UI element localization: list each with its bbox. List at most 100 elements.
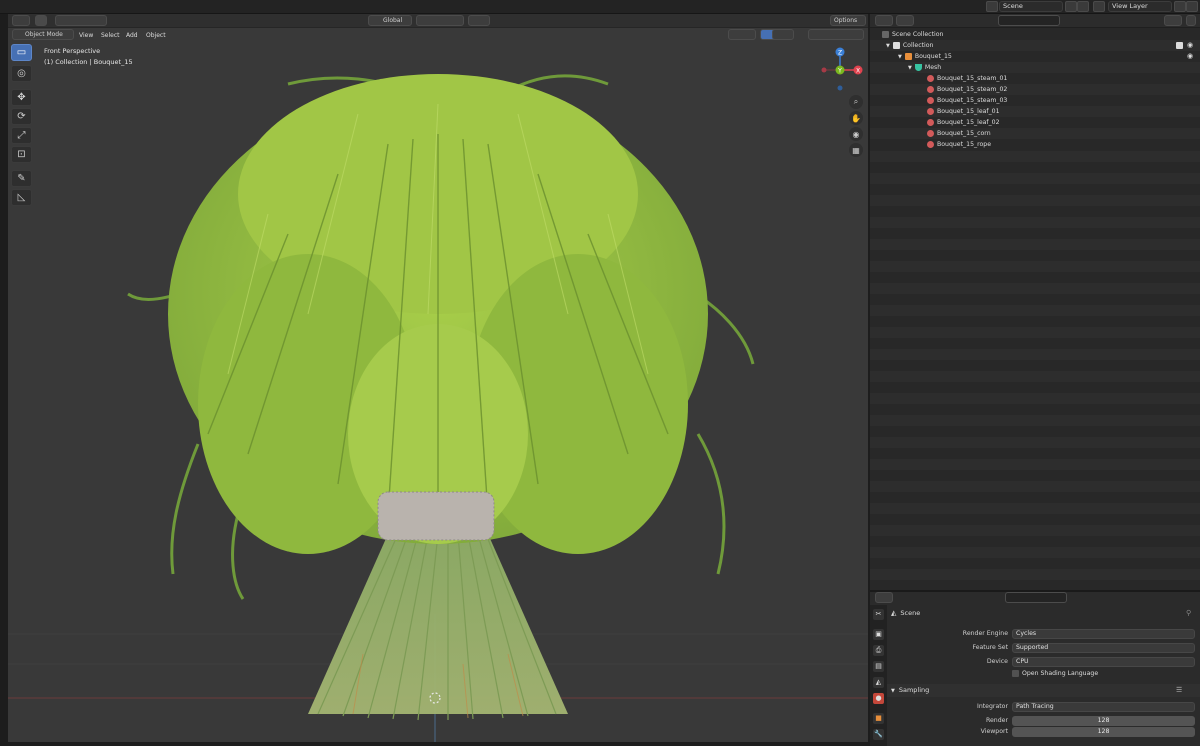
expand-arrow-icon: ▼: [886, 43, 890, 49]
scale-icon[interactable]: ⤢: [11, 127, 32, 144]
view-layer-new-icon[interactable]: [1174, 1, 1186, 12]
material-label: Bouquet_15_leaf_02: [937, 119, 1000, 126]
scene-selector[interactable]: Scene: [999, 1, 1063, 12]
outliner-mesh-data[interactable]: ▼ Mesh: [870, 62, 1200, 73]
material-icon: [927, 107, 934, 115]
material-row[interactable]: Bouquet_15_rope: [870, 139, 1200, 150]
zoom-icon[interactable]: ⌕: [849, 95, 863, 109]
menu-view[interactable]: View: [79, 31, 93, 40]
mesh-label: Mesh: [924, 64, 942, 71]
material-row[interactable]: Bouquet_15_corn: [870, 128, 1200, 139]
view-layer-delete-icon[interactable]: [1186, 1, 1198, 12]
measure-icon[interactable]: ◺: [11, 189, 32, 206]
navigation-gizmo[interactable]: Z X Y: [818, 44, 868, 94]
material-icon: [927, 140, 934, 148]
gizmo-neg-x[interactable]: [821, 67, 827, 73]
mode-selector[interactable]: Object Mode: [12, 29, 74, 40]
checkbox-icon[interactable]: [1012, 669, 1019, 677]
select-mode-icon[interactable]: [35, 15, 47, 26]
properties-tabs: [870, 605, 887, 746]
move-icon[interactable]: ✥: [11, 89, 32, 106]
panel-menu-icon[interactable]: ☰: [1176, 686, 1182, 694]
material-row[interactable]: Bouquet_15_leaf_02: [870, 117, 1200, 128]
3d-viewport[interactable]: [8, 14, 868, 742]
editor-type-icon[interactable]: [12, 15, 30, 26]
render-samples-field[interactable]: 128: [1012, 716, 1195, 726]
pivot-snap-icon[interactable]: [416, 15, 464, 26]
transform-orientation[interactable]: Global: [368, 15, 412, 26]
render-tab-icon[interactable]: ▣: [873, 629, 884, 640]
proportional-edit-icon[interactable]: [468, 15, 490, 26]
scene-collection-icon: [882, 30, 889, 38]
gizmo-neg-z[interactable]: [837, 85, 843, 91]
annotate-icon[interactable]: ✎: [11, 170, 32, 187]
cursor-icon[interactable]: ◎: [11, 65, 32, 82]
menu-object[interactable]: Object: [146, 31, 166, 40]
outliner-search-input[interactable]: [998, 15, 1060, 26]
feature-set-dropdown[interactable]: Supported: [1012, 643, 1195, 653]
tool-shelf: ▭ ◎ ✥ ⟳ ⤢ ⊡ ✎ ◺: [11, 44, 33, 210]
select-box-icon[interactable]: ▭: [11, 44, 32, 61]
mesh-data-icon: [914, 63, 922, 71]
material-row[interactable]: Bouquet_15_steam_02: [870, 84, 1200, 95]
render-samples-label: Render: [985, 717, 1008, 724]
material-row[interactable]: Bouquet_15_leaf_01: [870, 106, 1200, 117]
ortho-grid-icon[interactable]: ▦: [849, 143, 863, 157]
material-icon: [927, 129, 934, 137]
scene-browse-icon[interactable]: [986, 1, 998, 12]
render-engine-dropdown[interactable]: Cycles: [1012, 629, 1195, 639]
visibility-icon[interactable]: [728, 29, 756, 40]
properties-search-input[interactable]: [1005, 592, 1067, 603]
outliner-object[interactable]: ▼ Bouquet_15: [870, 51, 1200, 62]
overlay-icon[interactable]: [772, 29, 794, 40]
rotate-icon[interactable]: ⟳: [11, 108, 32, 125]
filter-icon[interactable]: [1164, 15, 1182, 26]
eye-visibility-icon[interactable]: ◉: [1187, 42, 1193, 49]
panel-expand-icon: ▼: [891, 688, 895, 694]
tool-tab-icon[interactable]: ✂: [873, 609, 884, 620]
scene-delete-icon[interactable]: [1077, 1, 1089, 12]
output-tab-icon[interactable]: ⎙: [873, 645, 884, 656]
new-collection-icon[interactable]: [1186, 15, 1196, 26]
modifier-tab-icon[interactable]: 🔧: [873, 729, 884, 740]
viewport-info: Front Perspective (1) Collection | Bouqu…: [44, 46, 133, 68]
collection-label: Collection: [902, 42, 934, 49]
gizmo-z-label: Z: [838, 50, 842, 57]
gizmo-y-label: Y: [837, 68, 842, 75]
outliner-collection[interactable]: ▼ Collection: [870, 40, 1200, 51]
eye-visibility-icon[interactable]: ◉: [1187, 53, 1193, 60]
selection-modes-icon[interactable]: [55, 15, 107, 26]
world-tab-icon[interactable]: ●: [873, 693, 884, 704]
osl-checkbox[interactable]: Open Shading Language: [1012, 669, 1098, 679]
transform-icon[interactable]: ⊡: [11, 146, 32, 163]
object-tab-icon[interactable]: ■: [873, 713, 884, 724]
pin-icon[interactable]: ⚲: [1186, 609, 1191, 617]
material-row[interactable]: Bouquet_15_steam_01: [870, 73, 1200, 84]
display-mode-icon[interactable]: [896, 15, 914, 26]
rope-band: [378, 492, 494, 540]
outliner-editor-icon[interactable]: [875, 15, 893, 26]
menu-add[interactable]: Add: [126, 31, 138, 40]
properties-context: ◭ Scene: [891, 608, 920, 619]
outliner-scene-collection[interactable]: Scene Collection: [870, 29, 1200, 40]
viewport-samples-field[interactable]: 128: [1012, 727, 1195, 737]
view-layer-browse-icon[interactable]: [1093, 1, 1105, 12]
device-dropdown[interactable]: CPU: [1012, 657, 1195, 667]
material-label: Bouquet_15_steam_03: [937, 97, 1008, 104]
scene-new-icon[interactable]: [1065, 1, 1077, 12]
properties-editor-icon[interactable]: [875, 592, 893, 603]
scene-tab-icon[interactable]: ◭: [873, 677, 884, 688]
exclude-checkbox[interactable]: [1176, 42, 1183, 49]
pan-hand-icon[interactable]: ✋: [849, 111, 863, 125]
sampling-title[interactable]: ▼ Sampling: [891, 686, 929, 696]
view-name: Front Perspective: [44, 47, 101, 55]
camera-view-icon[interactable]: ◉: [849, 127, 863, 141]
integrator-dropdown[interactable]: Path Tracing: [1012, 702, 1195, 712]
sampling-panel-header[interactable]: [887, 684, 1200, 697]
view-layer-selector[interactable]: View Layer: [1108, 1, 1172, 12]
shading-modes-icon[interactable]: [808, 29, 864, 40]
material-row[interactable]: Bouquet_15_steam_03: [870, 95, 1200, 106]
view-layer-tab-icon[interactable]: ▤: [873, 661, 884, 672]
options-button[interactable]: Options: [830, 15, 866, 26]
menu-select[interactable]: Select: [101, 31, 120, 40]
